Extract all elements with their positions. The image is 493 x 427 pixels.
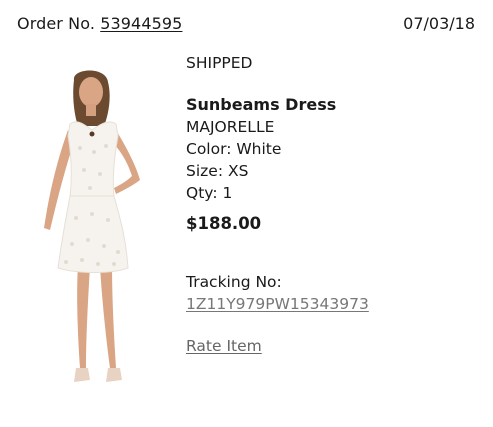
order-number-label: Order No.	[17, 14, 96, 33]
order-number-link[interactable]: 53944595	[100, 14, 182, 33]
order-date: 07/03/18	[403, 14, 475, 33]
product-price: $188.00	[186, 214, 262, 233]
tracking-number-link[interactable]: 1Z11Y979PW15343973	[186, 293, 476, 315]
tracking-label: Tracking No:	[186, 273, 282, 291]
product-brand: MAJORELLE	[186, 118, 275, 136]
product-quantity: Qty: 1	[186, 184, 233, 202]
order-number: Order No. 53944595	[17, 14, 182, 33]
shipping-status: SHIPPED	[186, 54, 253, 72]
dress-model-illustration	[44, 70, 140, 382]
order-item-details: SHIPPED Sunbeams Dress MAJORELLE Color: …	[186, 52, 476, 357]
product-size: Size: XS	[186, 162, 249, 180]
product-name: Sunbeams Dress	[186, 95, 337, 114]
product-color: Color: White	[186, 140, 282, 158]
product-image[interactable]	[28, 68, 158, 388]
rate-item-link[interactable]: Rate Item	[186, 335, 476, 357]
